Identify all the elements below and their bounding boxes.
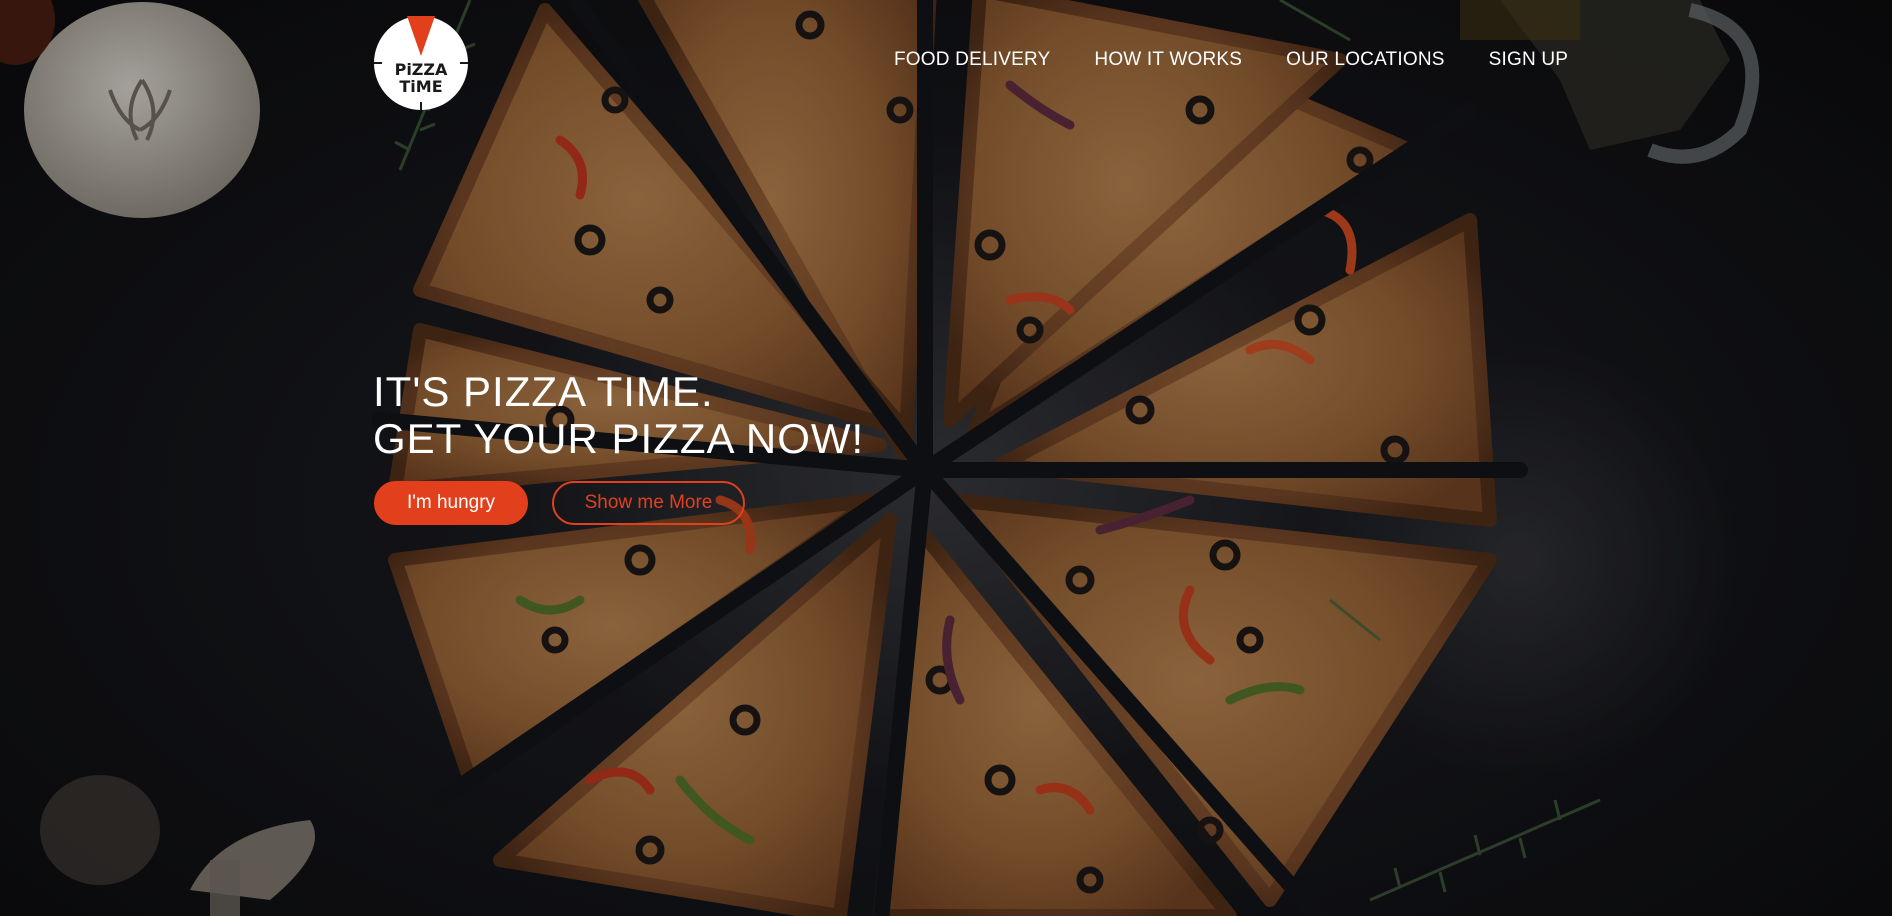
- hero-actions: I'm hungry Show me More: [374, 481, 745, 525]
- im-hungry-button[interactable]: I'm hungry: [374, 481, 528, 525]
- nav-food-delivery[interactable]: FOOD DELIVERY: [894, 48, 1050, 72]
- show-me-more-button[interactable]: Show me More: [552, 481, 745, 525]
- pizza-background-image: [0, 0, 1760, 916]
- nav-our-locations[interactable]: OUR LOCATIONS: [1286, 48, 1445, 72]
- headline-line-1: IT'S PIZZA TIME.: [373, 368, 714, 415]
- pizza-time-logo[interactable]: PiZZA TiME: [372, 14, 470, 112]
- hero-section: PiZZA TiME FOOD DELIVERY HOW IT WORKS OU…: [0, 0, 1892, 916]
- nav-how-it-works[interactable]: HOW IT WORKS: [1094, 48, 1242, 72]
- nav-sign-up[interactable]: SIGN UP: [1489, 48, 1569, 72]
- logo-text-line2: TiME: [399, 77, 442, 96]
- hero-headline: IT'S PIZZA TIME. GET YOUR PIZZA NOW!: [373, 368, 864, 462]
- headline-line-2: GET YOUR PIZZA NOW!: [373, 415, 865, 462]
- main-nav: FOOD DELIVERY HOW IT WORKS OUR LOCATIONS…: [894, 48, 1568, 72]
